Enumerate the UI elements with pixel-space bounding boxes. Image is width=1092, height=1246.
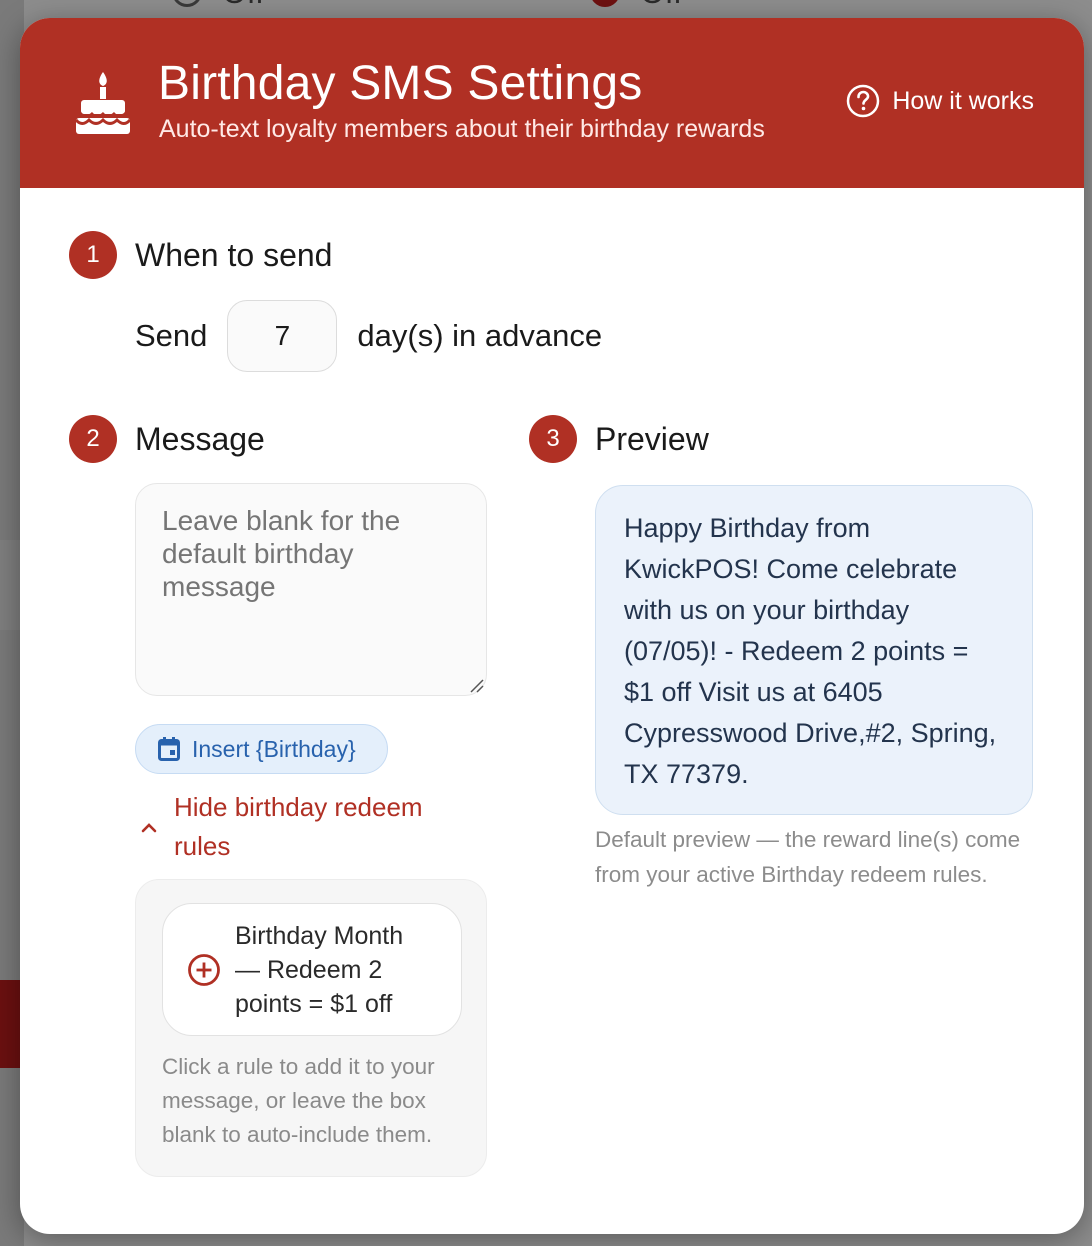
toggle-redeem-rules-label[interactable]: Hide birthday redeem rules — [174, 788, 464, 866]
background-radio-option[interactable]: Off — [172, 0, 264, 14]
sms-preview-bubble: Happy Birthday from KwickPOS! Come celeb… — [595, 485, 1033, 815]
step-number-badge: 2 — [69, 415, 117, 463]
redeem-rule-item[interactable]: Birthday Month — Redeem 2 points = $1 of… — [162, 903, 462, 1036]
toggle-redeem-rules-link[interactable]: Hide birthday redeem rules — [140, 788, 464, 866]
modal-subtitle: Auto-text loyalty members about their bi… — [159, 115, 765, 143]
days-in-advance-input[interactable] — [227, 300, 338, 372]
step-title: When to send — [135, 236, 333, 273]
message-textarea[interactable] — [135, 483, 487, 696]
step-preview: 3 Preview — [529, 415, 709, 463]
calendar-icon — [158, 737, 180, 761]
step-when-to-send: 1 When to send — [69, 231, 332, 279]
radio-icon[interactable] — [172, 0, 202, 7]
radio-selected-icon[interactable] — [590, 0, 620, 7]
send-days-row: Send day(s) in advance — [135, 300, 602, 372]
help-icon[interactable] — [846, 84, 880, 118]
radio-label: Off — [640, 0, 682, 11]
birthday-sms-modal: Birthday SMS Settings Auto-text loyalty … — [20, 18, 1084, 1234]
how-it-works-link[interactable]: How it works — [846, 84, 1034, 118]
step-number-badge: 1 — [69, 231, 117, 279]
step-title: Preview — [595, 420, 709, 457]
modal-title: Birthday SMS Settings — [158, 57, 643, 110]
cake-icon — [76, 72, 130, 134]
how-it-works-label[interactable]: How it works — [892, 87, 1034, 116]
radio-label: Off — [222, 0, 264, 11]
redeem-rule-label[interactable]: Birthday Month — Redeem 2 points = $1 of… — [235, 919, 435, 1021]
step-title: Message — [135, 420, 265, 457]
chevron-up-icon[interactable] — [140, 821, 158, 833]
step-message: 2 Message — [69, 415, 265, 463]
insert-birthday-label[interactable]: Insert {Birthday} — [192, 736, 356, 763]
insert-birthday-button[interactable]: Insert {Birthday} — [135, 724, 388, 774]
rules-hint-text: Click a rule to add it to your message, … — [162, 1054, 435, 1147]
resize-handle-icon[interactable] — [468, 677, 484, 693]
modal-header: Birthday SMS Settings Auto-text loyalty … — [20, 18, 1084, 188]
days-suffix-label: day(s) in advance — [357, 318, 603, 353]
send-label: Send — [135, 318, 208, 353]
background-radio-option-selected[interactable]: Off — [590, 0, 682, 14]
step-number-badge: 3 — [529, 415, 577, 463]
preview-note-text: Default preview — the reward line(s) com… — [595, 827, 1021, 887]
redeem-rules-panel: Birthday Month — Redeem 2 points = $1 of… — [135, 879, 487, 1177]
add-circle-icon[interactable] — [187, 953, 221, 987]
